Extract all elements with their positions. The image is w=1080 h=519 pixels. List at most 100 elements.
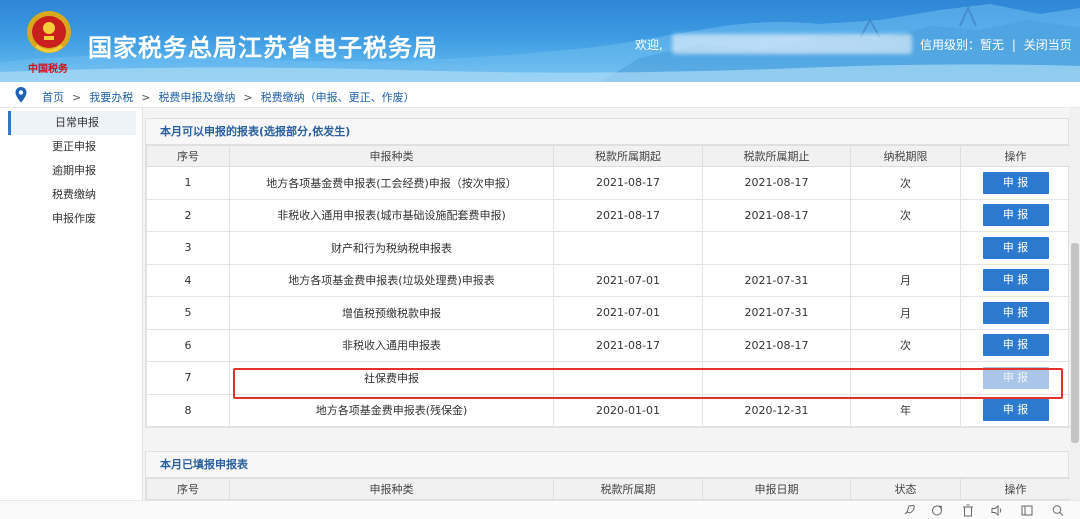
declare-button[interactable]: 申 报 — [982, 399, 1049, 422]
location-pin-icon — [15, 87, 27, 103]
vertical-scrollbar[interactable] — [1070, 108, 1080, 500]
cell-action: 申 报 — [960, 263, 1070, 297]
cell-end — [702, 361, 851, 395]
table-row: 2 非税收入通用申报表(城市基础设施配套费申报) 2021-08-17 2021-08… — [146, 198, 1070, 232]
sidebar-item-void[interactable]: 申报作废 — [0, 207, 142, 231]
bottom-toolbar — [0, 500, 1080, 519]
cell-action: 申 报 — [960, 166, 1070, 200]
cell-start: 2021-08-17 — [553, 166, 703, 200]
cell-start — [553, 231, 703, 265]
cell-type: 社保费申报 — [229, 361, 554, 395]
cell-start: 2020-01-01 — [553, 393, 703, 427]
table-row: 3 财产和行为税纳税申报表 申 报 — [146, 231, 1070, 265]
cell-period: 月 — [850, 296, 961, 330]
cell-type: 地方各项基金费申报表(残保金) — [229, 393, 554, 427]
col-header-declare-date: 申报日期 — [702, 478, 851, 500]
cell-action: 申 报 — [960, 328, 1070, 362]
declare-button: 申 报 — [982, 366, 1049, 389]
cell-period: 次 — [850, 198, 961, 232]
breadcrumb-my-tax[interactable]: 我要办税 — [89, 91, 133, 104]
cell-period: 年 — [850, 393, 961, 427]
declare-button[interactable]: 申 报 — [982, 171, 1049, 194]
cell-type: 非税收入通用申报表 — [229, 328, 554, 362]
sidebar-item-overdue[interactable]: 逾期申报 — [0, 159, 142, 183]
cell-type: 地方各项基金费申报表(垃圾处理费)申报表 — [229, 263, 554, 297]
sidebar-item-daily-declare[interactable]: 日常申报 — [8, 111, 136, 135]
cell-type: 非税收入通用申报表(城市基础设施配套费申报) — [229, 198, 554, 232]
col-header-start: 税款所属期起 — [553, 145, 703, 167]
search-icon[interactable] — [1051, 504, 1065, 517]
col-header-tax-period: 税款所属期 — [553, 478, 703, 500]
cell-no: 2 — [146, 198, 230, 232]
declare-button[interactable]: 申 报 — [982, 334, 1049, 357]
col-header-action: 操作 — [960, 478, 1070, 500]
cell-type: 地方各项基金费申报表(工会经费)申报（按次申报） — [229, 166, 554, 200]
cell-start: 2021-08-17 — [553, 198, 703, 232]
rocket-icon[interactable] — [902, 504, 916, 517]
declare-button[interactable]: 申 报 — [982, 301, 1049, 324]
speaker-icon[interactable] — [990, 504, 1004, 517]
site-title: 国家税务总局江苏省电子税务局 — [88, 34, 438, 62]
declare-button[interactable]: 申 报 — [982, 204, 1049, 227]
cell-end — [702, 231, 851, 265]
cell-period: 次 — [850, 328, 961, 362]
breadcrumb: 首页 > 我要办税 > 税费申报及缴纳 > 税费缴纳（申报、更正、作废） — [0, 84, 1080, 108]
refresh-icon[interactable] — [930, 504, 944, 517]
table-row: 7 社保费申报 申 报 — [146, 361, 1070, 395]
breadcrumb-declare-pay[interactable]: 税费申报及缴纳 — [158, 91, 235, 104]
breadcrumb-items: 首页 > 我要办税 > 税费申报及缴纳 > 税费缴纳（申报、更正、作废） — [42, 89, 415, 105]
declare-button[interactable]: 申 报 — [982, 236, 1049, 259]
declarable-forms-panel: 本月可以申报的报表(选报部分,依发生) 序号 申报种类 税款所属期起 税款所属期… — [145, 118, 1070, 428]
declare-button[interactable]: 申 报 — [982, 269, 1049, 292]
window-icon[interactable] — [1020, 504, 1034, 517]
cell-end: 2021-08-17 — [702, 198, 851, 232]
sidebar-item-payment[interactable]: 税费缴纳 — [0, 183, 142, 207]
close-page-link[interactable]: 关闭当页 — [1024, 38, 1072, 52]
cell-action: 申 报 — [960, 361, 1070, 395]
cell-action: 申 报 — [960, 296, 1070, 330]
cell-no: 5 — [146, 296, 230, 330]
cell-type: 财产和行为税纳税申报表 — [229, 231, 554, 265]
credit-level-text: 信用级别：暂无 — [920, 38, 1005, 52]
cell-no: 1 — [146, 166, 230, 200]
scrollbar-thumb[interactable] — [1071, 243, 1079, 443]
cell-end: 2021-07-31 — [702, 296, 851, 330]
col-header-type: 申报种类 — [229, 478, 554, 500]
emblem-caption: 中国税务 — [28, 64, 68, 75]
breadcrumb-separator: > — [72, 91, 82, 104]
blurred-username — [672, 34, 912, 54]
cell-no: 6 — [146, 328, 230, 362]
cell-action: 申 报 — [960, 198, 1070, 232]
header-links: 信用级别：暂无 | 关闭当页 — [918, 36, 1074, 53]
table-header-row: 序号 申报种类 税款所属期 申报日期 状态 操作 — [146, 478, 1070, 500]
cell-end: 2021-07-31 — [702, 263, 851, 297]
cell-period: 月 — [850, 263, 961, 297]
cell-end: 2020-12-31 — [702, 393, 851, 427]
tax-emblem-icon — [27, 11, 71, 53]
table-row: 4 地方各项基金费申报表(垃圾处理费)申报表 2021-07-01 2021-07-3… — [146, 263, 1070, 297]
panel-title-filed: 本月已填报申报表 — [146, 452, 1068, 478]
breadcrumb-separator: > — [243, 91, 253, 104]
cell-type: 增值税预缴税款申报 — [229, 296, 554, 330]
col-header-end: 税款所属期止 — [702, 145, 851, 167]
trash-icon[interactable] — [961, 504, 975, 517]
cell-start: 2021-08-17 — [553, 328, 703, 362]
welcome-text: 欢迎, — [635, 38, 663, 52]
table-row: 6 非税收入通用申报表 2021-08-17 2021-08-17 次申 报 — [146, 328, 1070, 362]
breadcrumb-home[interactable]: 首页 — [42, 91, 64, 104]
col-header-period: 纳税期限 — [850, 145, 961, 167]
cell-no: 4 — [146, 263, 230, 297]
declarable-forms-table: 序号 申报种类 税款所属期起 税款所属期止 纳税期限 操作 1 地方各项基金费申报… — [146, 145, 1070, 427]
cell-period: 次 — [850, 166, 961, 200]
col-header-no: 序号 — [146, 145, 230, 167]
cell-no: 8 — [146, 393, 230, 427]
sidebar-item-correction[interactable]: 更正申报 — [0, 135, 142, 159]
cell-end: 2021-08-17 — [702, 328, 851, 362]
cell-start: 2021-07-01 — [553, 296, 703, 330]
cell-action: 申 报 — [960, 393, 1070, 427]
breadcrumb-current[interactable]: 税费缴纳（申报、更正、作废） — [261, 91, 415, 104]
table-header-row: 序号 申报种类 税款所属期起 税款所属期止 纳税期限 操作 — [146, 145, 1070, 167]
cell-end: 2021-08-17 — [702, 166, 851, 200]
cell-period — [850, 231, 961, 265]
panel-title-declarable: 本月可以申报的报表(选报部分,依发生) — [146, 119, 1068, 145]
